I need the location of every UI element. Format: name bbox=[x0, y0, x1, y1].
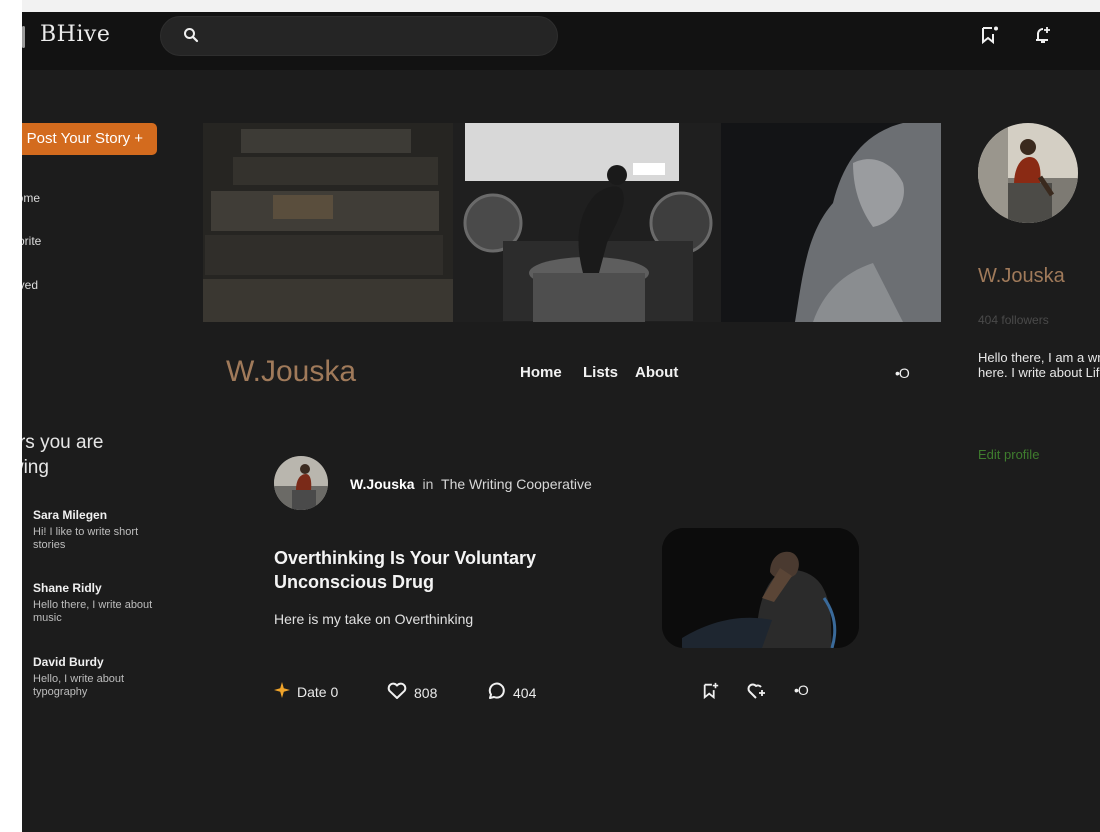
post-date-label: Date 0 bbox=[297, 683, 339, 700]
byline-in: in bbox=[422, 476, 434, 492]
tab-home[interactable]: Home bbox=[520, 364, 562, 381]
edit-profile-link[interactable]: Edit profile bbox=[978, 447, 1039, 462]
like-button[interactable]: 808 bbox=[387, 682, 437, 703]
star-icon bbox=[274, 682, 290, 701]
app-window: BHive Post Your Story + Home Favorite Sa… bbox=[22, 0, 1100, 832]
tab-about[interactable]: About bbox=[635, 364, 678, 381]
comment-count: 404 bbox=[513, 684, 537, 701]
following-bio: Hi! I like to write short stories bbox=[33, 526, 139, 551]
profile-bio: Hello there, I am a writer here. I write… bbox=[978, 350, 1100, 380]
post-author[interactable]: W.Jouska bbox=[350, 476, 415, 492]
post-thumbnail[interactable] bbox=[662, 528, 859, 648]
following-item[interactable]: Sara Milegen Hi! I like to write short s… bbox=[33, 508, 168, 552]
like-count: 808 bbox=[414, 684, 438, 701]
bookmark-add-icon[interactable] bbox=[980, 25, 1000, 50]
app-logo[interactable]: BHive bbox=[40, 22, 110, 47]
sidebar-profile-name: W.Jouska bbox=[978, 265, 1065, 287]
post-more-button[interactable]: •O bbox=[794, 682, 809, 698]
logo-mark bbox=[22, 26, 25, 48]
profile-banner bbox=[203, 123, 941, 322]
post-story-button[interactable]: Post Your Story + bbox=[22, 123, 157, 155]
profile-avatar[interactable] bbox=[978, 123, 1078, 223]
heart-icon bbox=[387, 682, 407, 703]
bell-add-icon[interactable] bbox=[1033, 25, 1053, 50]
post-title[interactable]: Overthinking Is Your Voluntary Unconscio… bbox=[274, 546, 634, 594]
post-date: Date 0 bbox=[274, 682, 338, 701]
comment-icon bbox=[486, 682, 506, 703]
search-icon bbox=[183, 27, 199, 48]
following-bio: Hello, I write about typography bbox=[33, 673, 125, 698]
bookmark-add-icon[interactable] bbox=[702, 682, 720, 705]
profile-name: W.Jouska bbox=[226, 355, 357, 388]
following-bio: Hello there, I write about music bbox=[33, 599, 153, 624]
following-name: David Burdy bbox=[33, 655, 104, 669]
following-name: Sara Milegen bbox=[33, 508, 108, 522]
tab-lists[interactable]: Lists bbox=[583, 364, 618, 381]
following-title: Writers you are following bbox=[22, 432, 104, 478]
post-subtitle: Here is my take on Overthinking bbox=[274, 611, 474, 627]
sidebar-item-home[interactable]: Home bbox=[22, 191, 40, 205]
search-input[interactable] bbox=[160, 16, 558, 56]
followers-count[interactable]: 404 followers bbox=[978, 313, 1049, 327]
comment-button[interactable]: 404 bbox=[486, 682, 536, 703]
post-byline: W.Jouska in The Writing Cooperative bbox=[350, 476, 592, 492]
following-item[interactable]: Shane Ridly Hello there, I write about m… bbox=[33, 581, 168, 625]
following-name: Shane Ridly bbox=[33, 581, 102, 595]
profile-more-button[interactable]: •O bbox=[895, 365, 910, 381]
post-publication[interactable]: The Writing Cooperative bbox=[441, 476, 592, 492]
top-strip bbox=[22, 0, 1100, 12]
follow-icon[interactable] bbox=[747, 682, 767, 705]
following-item[interactable]: David Burdy Hello, I write about typogra… bbox=[33, 655, 168, 699]
sidebar-item-saved[interactable]: Saved bbox=[22, 278, 38, 292]
sidebar-item-favorite[interactable]: Favorite bbox=[22, 234, 41, 248]
top-bar: BHive bbox=[22, 0, 1100, 70]
author-avatar[interactable] bbox=[274, 456, 328, 510]
